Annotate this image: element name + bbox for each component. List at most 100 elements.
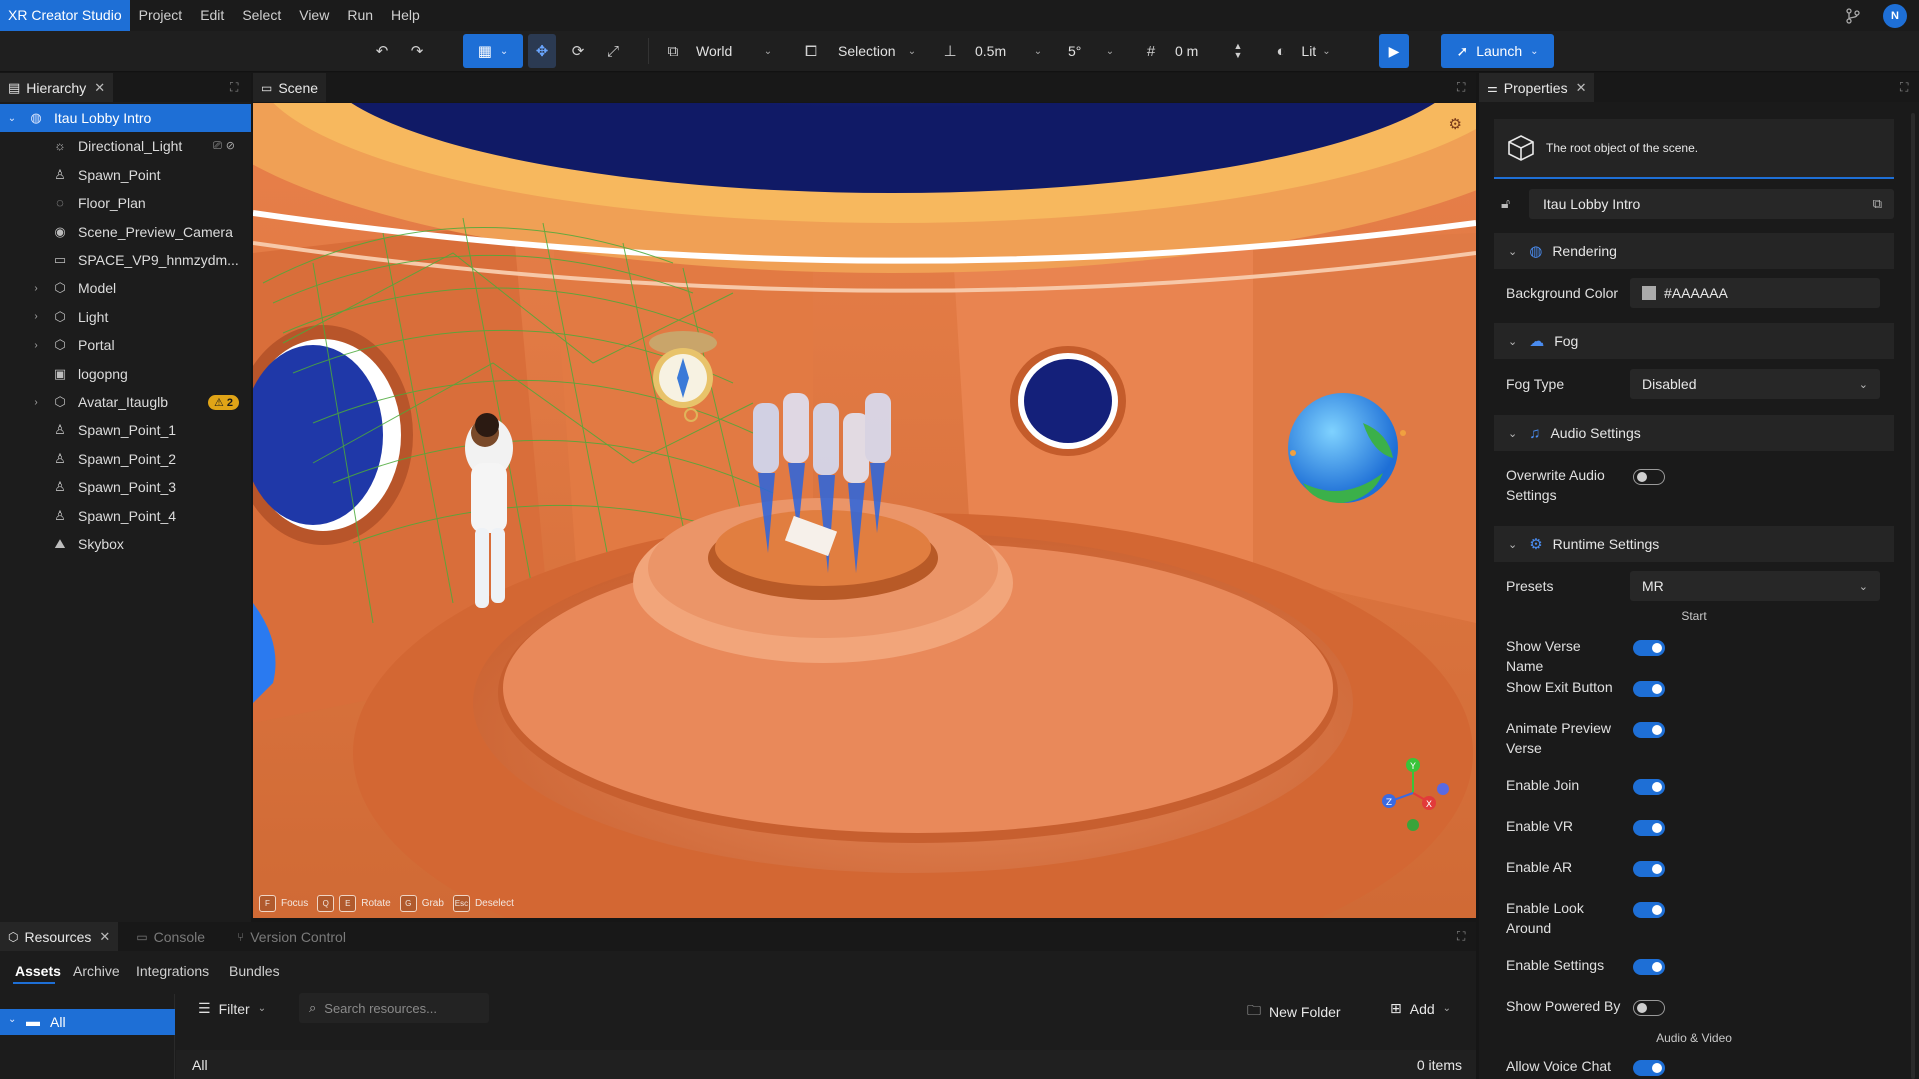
runtime-toggle[interactable]: [1633, 1000, 1665, 1016]
scene-viewport[interactable]: Y X Z ⚙ F Focus Q E Rotate G Grab Esc Deselect: [253, 103, 1476, 918]
chevron-right-icon[interactable]: ›: [30, 283, 42, 294]
rotate-tool-icon[interactable]: ⟳: [564, 34, 592, 68]
git-branch-icon[interactable]: [1845, 8, 1861, 24]
lock-visibility-icon[interactable]: ⎚: [213, 140, 226, 152]
subtab-assets[interactable]: Assets: [15, 963, 61, 979]
object-name-input[interactable]: Itau Lobby Intro ⧉: [1529, 189, 1894, 219]
hierarchy-item[interactable]: › ⬡ Portal: [0, 331, 251, 359]
copy-icon[interactable]: ⧉: [1873, 196, 1882, 212]
chevron-down-icon[interactable]: ⌄: [1030, 34, 1046, 68]
maximize-icon[interactable]: ⛶: [1457, 929, 1465, 944]
visibility-toggles[interactable]: ⎚⊘: [213, 139, 239, 153]
close-icon[interactable]: ✕: [99, 929, 110, 945]
viewport-settings-icon[interactable]: ⚙: [1449, 115, 1462, 133]
launch-button[interactable]: ➚ Launch ⌄: [1441, 34, 1554, 68]
tab-properties[interactable]: ⚌ Properties ✕: [1479, 73, 1595, 102]
hierarchy-item[interactable]: ⛰ Skybox: [0, 530, 251, 558]
hierarchy-item[interactable]: ▣ logopng: [0, 360, 251, 388]
hierarchy-item[interactable]: ♙ Spawn_Point_2: [0, 445, 251, 473]
eye-off-icon[interactable]: ⊘: [226, 140, 239, 152]
play-button[interactable]: ▶: [1379, 34, 1409, 68]
fog-type-select[interactable]: Disabled ⌄: [1630, 369, 1880, 399]
maximize-icon[interactable]: ⛶: [230, 80, 238, 95]
menu-help[interactable]: Help: [382, 0, 429, 31]
hierarchy-item[interactable]: ☼ Directional_Light ⎚⊘: [0, 132, 251, 160]
chevron-right-icon[interactable]: ›: [30, 340, 42, 351]
chevron-down-icon[interactable]: ⌄: [760, 34, 776, 68]
subtab-integrations[interactable]: Integrations: [136, 963, 209, 979]
grid-height-input[interactable]: 0 m: [1175, 34, 1225, 68]
chevron-down-icon[interactable]: ⌄: [6, 113, 18, 124]
maximize-icon[interactable]: ⛶: [1457, 80, 1465, 95]
runtime-toggle[interactable]: [1633, 820, 1665, 836]
hierarchy-item[interactable]: ▭ SPACE_VP9_hnmzydm...: [0, 246, 251, 274]
section-audio-settings[interactable]: ⌄ ♫ Audio Settings: [1494, 415, 1894, 451]
allow-voice-chat-toggle[interactable]: [1633, 1060, 1665, 1076]
color-swatch[interactable]: [1642, 286, 1656, 300]
chevron-right-icon[interactable]: ›: [30, 311, 42, 322]
subtab-archive[interactable]: Archive: [73, 963, 120, 979]
new-folder-button[interactable]: 🗀︎ New Folder: [1247, 1000, 1341, 1024]
translate-snap-dropdown[interactable]: 0.5m: [975, 34, 1035, 68]
tab-hierarchy[interactable]: ▤ Hierarchy ✕: [0, 73, 114, 102]
runtime-toggle[interactable]: [1633, 722, 1665, 738]
menu-run[interactable]: Run: [338, 0, 382, 31]
hierarchy-item[interactable]: ♙ Spawn_Point_1: [0, 416, 251, 444]
hierarchy-item[interactable]: ⌄ ◍ Itau Lobby Intro: [0, 104, 251, 132]
stepper-icon[interactable]: ▲ ▼: [1230, 34, 1246, 68]
warning-badge[interactable]: ⚠ 2: [207, 394, 239, 410]
runtime-toggle[interactable]: [1633, 681, 1665, 697]
app-title[interactable]: XR Creator Studio: [0, 0, 130, 31]
tab-version-control[interactable]: ⑂ Version Control: [229, 922, 354, 951]
menu-edit[interactable]: Edit: [191, 0, 233, 31]
subtab-bundles[interactable]: Bundles: [229, 963, 280, 979]
section-rendering[interactable]: ⌄ ◍ Rendering: [1494, 233, 1894, 269]
hierarchy-item[interactable]: ◌ Floor_Plan: [0, 189, 251, 217]
runtime-toggle[interactable]: [1633, 640, 1665, 656]
presets-select[interactable]: MR ⌄: [1630, 571, 1880, 601]
close-icon[interactable]: ✕: [94, 80, 105, 96]
tab-scene[interactable]: ▭ Scene: [253, 73, 327, 102]
search-input[interactable]: ⌕ Search resources...: [299, 993, 489, 1023]
space-dropdown[interactable]: World: [696, 34, 756, 68]
add-button[interactable]: ⊞ Add ⌄: [1390, 1000, 1451, 1017]
chevron-right-icon[interactable]: ›: [30, 397, 42, 408]
menu-project[interactable]: Project: [130, 0, 192, 31]
chevron-down-icon[interactable]: ⌄: [904, 34, 920, 68]
runtime-toggle[interactable]: [1633, 959, 1665, 975]
tree-item-all[interactable]: ⌄ ▬ All: [0, 1009, 175, 1035]
scale-tool-icon[interactable]: ⤢: [599, 34, 627, 68]
runtime-toggle[interactable]: [1633, 779, 1665, 795]
filter-button[interactable]: ☰ Filter ⌄: [198, 1000, 266, 1017]
section-fog[interactable]: ⌄ ☁ Fog: [1494, 323, 1894, 359]
cube-icon: [1508, 135, 1534, 161]
runtime-toggle[interactable]: [1633, 902, 1665, 918]
tab-resources[interactable]: ⬡ Resources ✕: [0, 922, 119, 951]
headphones-icon: ♫: [1529, 424, 1541, 442]
user-avatar[interactable]: N: [1883, 4, 1907, 28]
background-color-field[interactable]: #AAAAAA: [1630, 278, 1880, 308]
hierarchy-item[interactable]: ◉ Scene_Preview_Camera: [0, 218, 251, 246]
properties-scrollbar[interactable]: [1911, 113, 1915, 1079]
hierarchy-item[interactable]: › ⬡ Model: [0, 274, 251, 302]
runtime-toggle[interactable]: [1633, 861, 1665, 877]
menu-view[interactable]: View: [290, 0, 338, 31]
tab-console[interactable]: ▭ Console: [128, 922, 213, 951]
hierarchy-item[interactable]: ♙ Spawn_Point: [0, 161, 251, 189]
hierarchy-item[interactable]: › ⬡ Light: [0, 303, 251, 331]
lock-icon[interactable]: 🔓︎: [1501, 195, 1510, 212]
hierarchy-item[interactable]: ♙ Spawn_Point_3: [0, 473, 251, 501]
hierarchy-item[interactable]: › ⬡ Avatar_Itauglb ⚠ 2: [0, 388, 251, 416]
chevron-down-icon[interactable]: ⌄: [1102, 34, 1118, 68]
section-runtime-settings[interactable]: ⌄ ⚙ Runtime Settings: [1494, 526, 1894, 562]
overwrite-audio-toggle[interactable]: [1633, 469, 1665, 485]
menu-select[interactable]: Select: [233, 0, 290, 31]
close-icon[interactable]: ✕: [1576, 80, 1587, 96]
maximize-icon[interactable]: ⛶: [1900, 80, 1908, 95]
undo-icon[interactable]: ↶: [370, 34, 394, 68]
move-tool-icon[interactable]: ✥: [528, 34, 556, 68]
transform-grid-button[interactable]: ▦ ⌄: [463, 34, 523, 68]
redo-icon[interactable]: ↷: [405, 34, 429, 68]
render-mode-dropdown[interactable]: Lit ⌄: [1296, 34, 1336, 68]
hierarchy-item[interactable]: ♙ Spawn_Point_4: [0, 502, 251, 530]
